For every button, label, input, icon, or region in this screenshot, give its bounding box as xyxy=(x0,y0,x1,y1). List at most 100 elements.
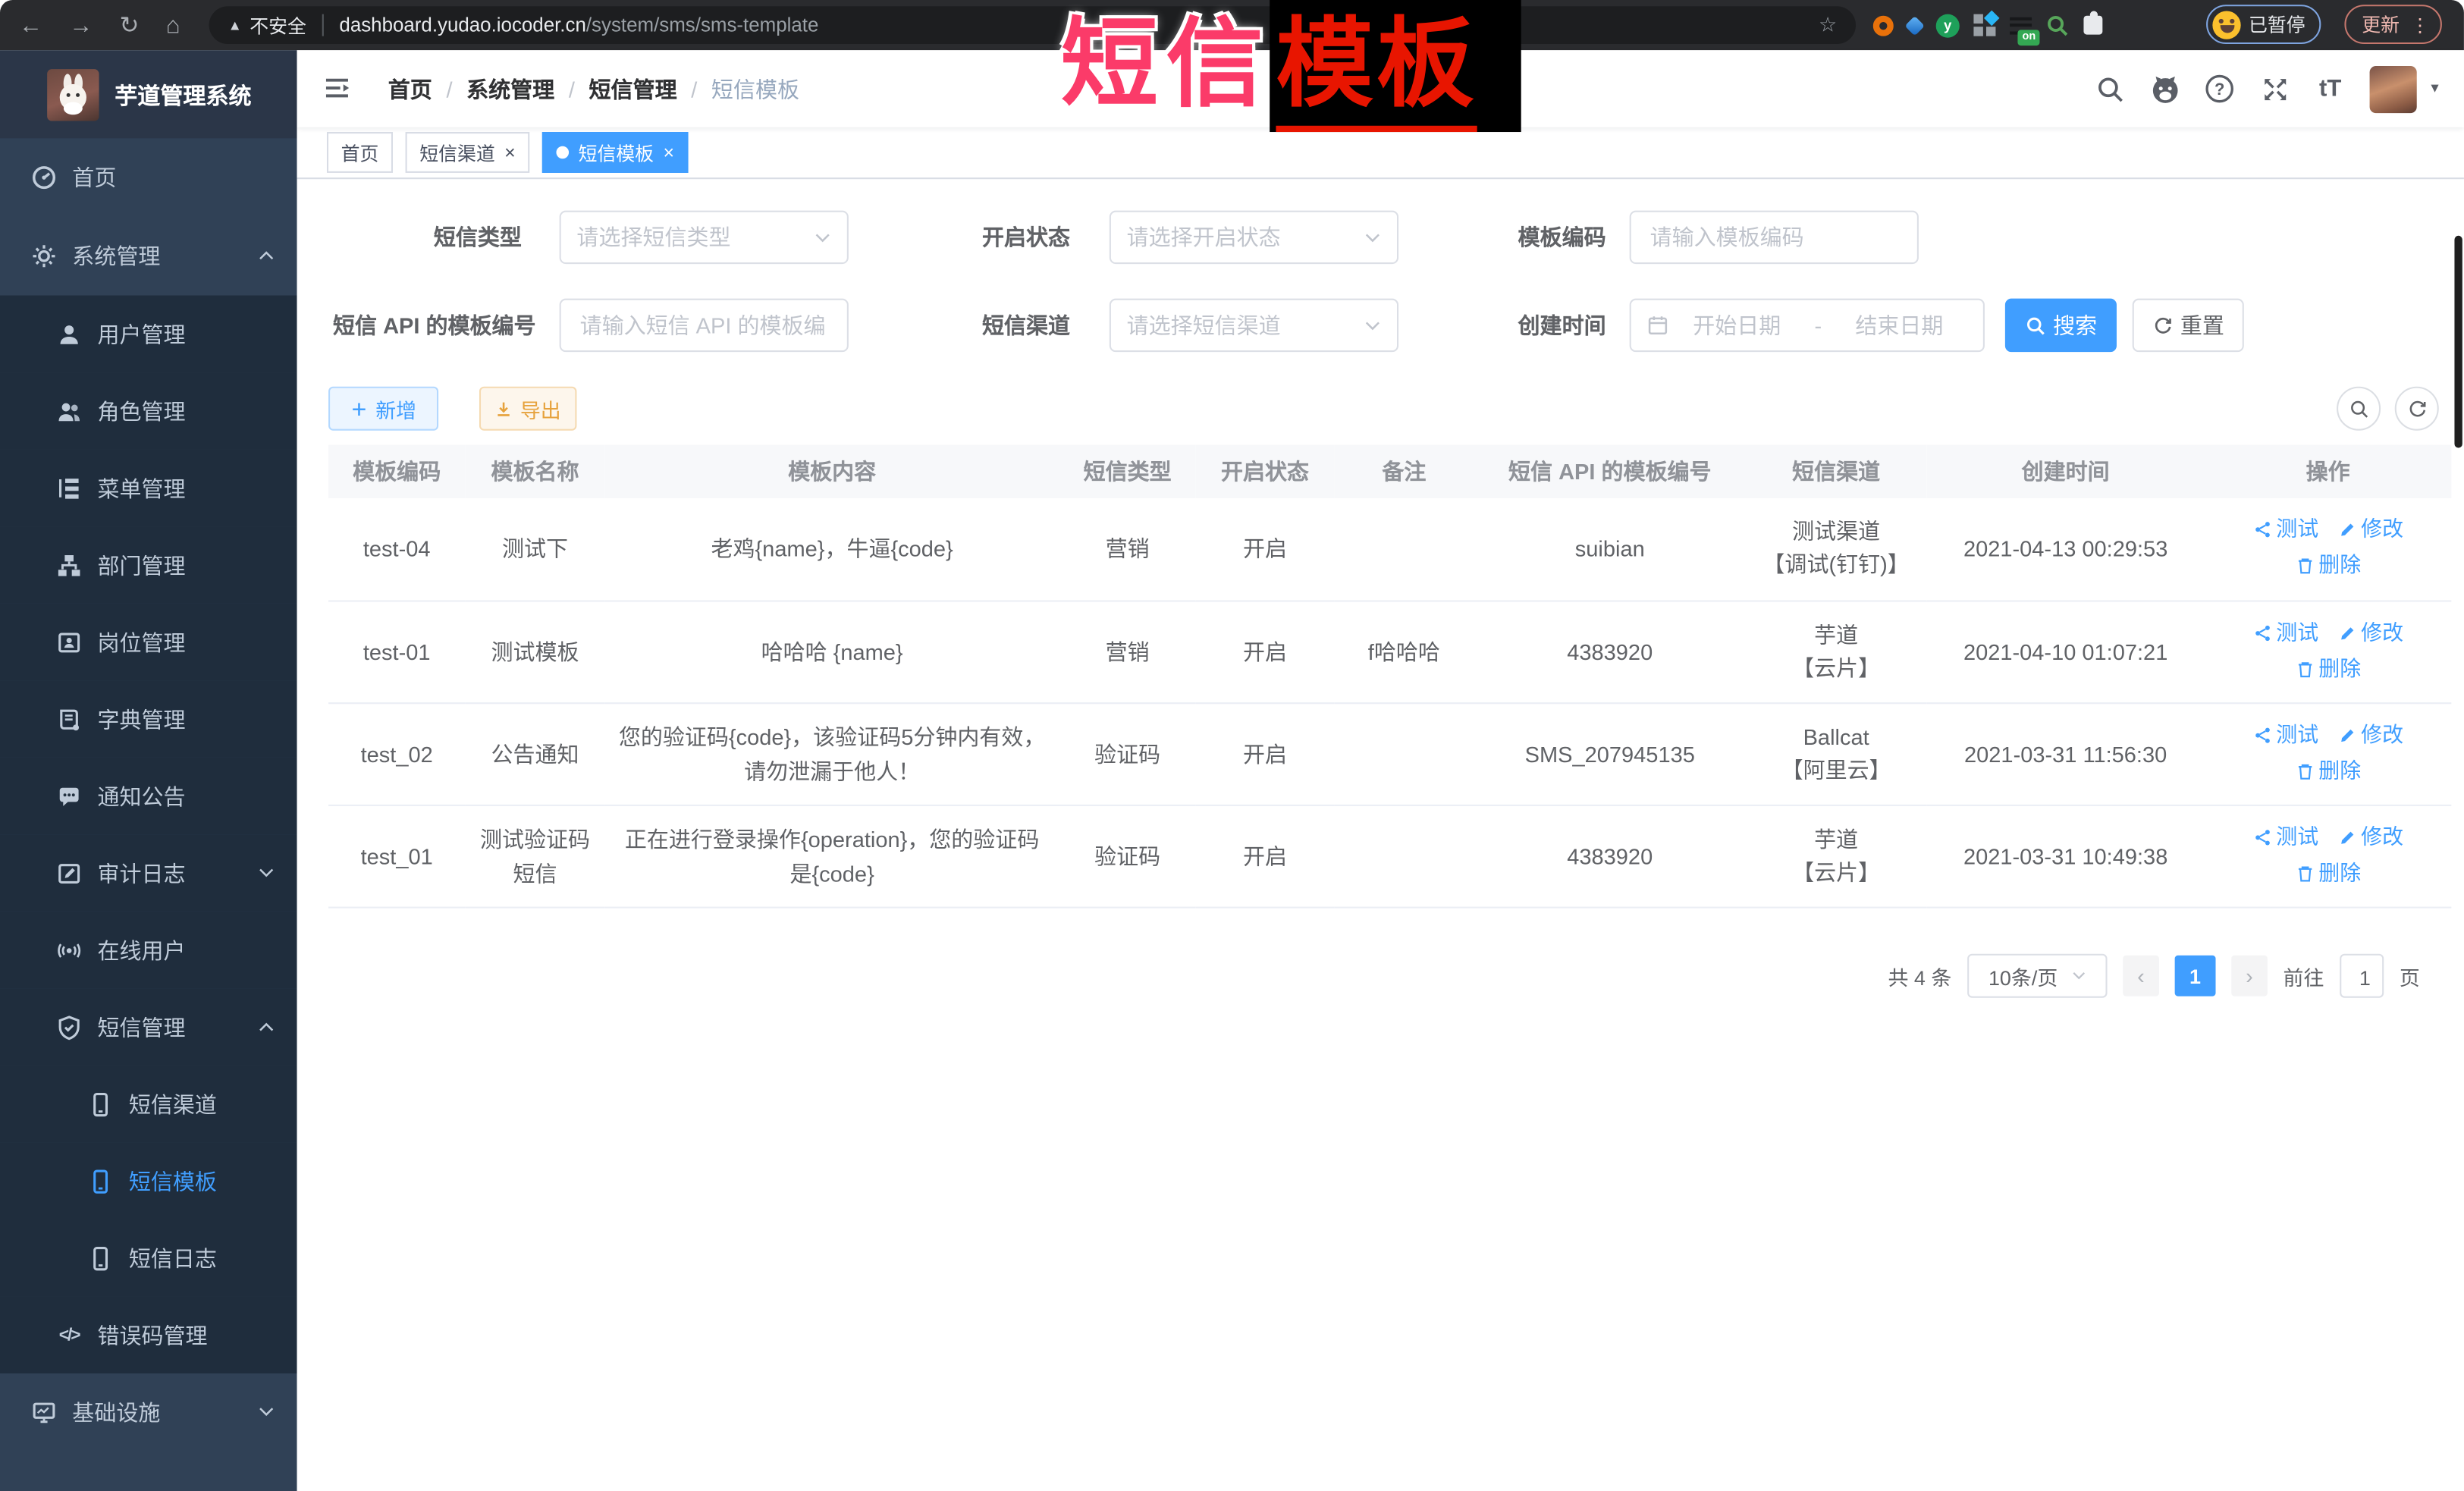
main-area: 首页 / 系统管理 / 短信管理 / 短信模板 ? xyxy=(297,50,2464,1491)
api-template-id-input[interactable] xyxy=(560,299,849,352)
sidebar-item-audit-log[interactable]: 审计日志 xyxy=(0,834,297,912)
reset-button[interactable]: 重置 xyxy=(2133,299,2244,352)
sidebar-item-home[interactable]: 首页 xyxy=(0,138,297,217)
header-search-icon[interactable] xyxy=(2095,73,2126,104)
annotation-title: 短信模板 xyxy=(1061,9,1477,121)
page-size-select[interactable]: 10条/页 xyxy=(1967,954,2107,998)
chevron-up-icon xyxy=(258,1021,275,1032)
sidebar-item-online-users[interactable]: 在线用户 xyxy=(0,912,297,989)
tag-home[interactable]: 首页 xyxy=(327,132,393,173)
sidebar-item-sms-channel[interactable]: 短信渠道 xyxy=(0,1066,297,1143)
refresh-table-button[interactable] xyxy=(2395,387,2439,431)
bookmark-star-icon[interactable]: ☆ xyxy=(1819,13,1837,38)
scrollbar-thumb[interactable] xyxy=(2454,236,2462,448)
browser-forward-icon[interactable]: → xyxy=(69,12,93,39)
extension-y-icon[interactable]: y xyxy=(1936,14,1960,37)
delete-link[interactable]: 删除 xyxy=(2295,754,2361,789)
browser-reload-icon[interactable]: ↻ xyxy=(119,11,139,39)
sidebar-item-infra[interactable]: 基础设施 xyxy=(0,1373,297,1452)
add-button[interactable]: 新增 xyxy=(328,387,438,431)
goto-label: 前往 xyxy=(2284,961,2324,990)
pagination: 共 4 条 10条/页 ‹ 1 › 前往 页 xyxy=(1888,954,2420,998)
extension-gem-icon[interactable] xyxy=(1905,15,1925,35)
next-page-button[interactable]: › xyxy=(2231,956,2268,997)
fullscreen-icon[interactable] xyxy=(2259,73,2290,104)
org-tree-icon xyxy=(57,552,82,577)
api-template-id-label: 短信 API 的模板编号 xyxy=(312,299,535,352)
sidebar-item-menus[interactable]: 菜单管理 xyxy=(0,450,297,527)
goto-page-input[interactable] xyxy=(2340,954,2384,998)
sidebar-item-users[interactable]: 用户管理 xyxy=(0,296,297,373)
pencil-icon xyxy=(2337,623,2356,642)
user-avatar[interactable] xyxy=(2370,65,2417,112)
status-select[interactable]: 请选择开启状态 xyxy=(1110,211,1398,264)
template-code-input[interactable] xyxy=(1630,211,1919,264)
extension-magnifier-icon[interactable] xyxy=(2046,14,2070,37)
breadcrumb-sms[interactable]: 短信管理 xyxy=(589,73,677,104)
test-link[interactable]: 测试 xyxy=(2252,820,2318,855)
update-chip[interactable]: 更新 ⋮ xyxy=(2344,5,2441,44)
test-link[interactable]: 测试 xyxy=(2252,513,2318,548)
sidebar-item-dict[interactable]: 字典管理 xyxy=(0,680,297,758)
browser-home-icon[interactable]: ⌂ xyxy=(166,12,180,39)
sidebar-toggle-icon[interactable] xyxy=(322,74,352,102)
search-button[interactable]: 搜索 xyxy=(2005,299,2117,352)
github-icon[interactable] xyxy=(2149,73,2180,104)
sidebar-item-error-codes[interactable]: </> 错误码管理 xyxy=(0,1296,297,1373)
sidebar-item-sms-template[interactable]: 短信模板 xyxy=(0,1142,297,1219)
profile-chip[interactable]: 已暂停 xyxy=(2206,5,2321,44)
tag-sms-template[interactable]: 短信模板 × xyxy=(542,132,689,173)
extension-list-icon[interactable]: on xyxy=(2010,17,2032,34)
date-range-picker[interactable]: 开始日期 - 结束日期 xyxy=(1630,299,1985,352)
sidebar-item-departments[interactable]: 部门管理 xyxy=(0,526,297,604)
sidebar-item-sms[interactable]: 短信管理 xyxy=(0,988,297,1066)
status-label: 开启状态 xyxy=(877,211,1070,264)
avatar-caret-icon[interactable]: ▾ xyxy=(2431,80,2438,98)
phone-icon xyxy=(88,1091,113,1116)
channel-select[interactable]: 请选择短信渠道 xyxy=(1110,299,1398,352)
sidebar: 芋道管理系统 首页 系统管理 用户管理 角色管理 xyxy=(0,50,297,1491)
sidebar-item-system[interactable]: 系统管理 xyxy=(0,217,297,296)
edit-link[interactable]: 修改 xyxy=(2337,820,2403,855)
help-icon[interactable]: ? xyxy=(2205,73,2236,104)
prev-page-button[interactable]: ‹ xyxy=(2123,956,2159,997)
sidebar-item-posts[interactable]: 岗位管理 xyxy=(0,604,297,681)
toggle-search-button[interactable] xyxy=(2337,387,2381,431)
app-logo[interactable]: 芋道管理系统 xyxy=(0,50,297,138)
delete-link[interactable]: 删除 xyxy=(2295,549,2361,584)
trash-icon xyxy=(2295,659,2314,678)
extension-orange-icon[interactable] xyxy=(1873,15,1894,36)
tag-sms-channel[interactable]: 短信渠道 × xyxy=(406,132,530,173)
close-icon[interactable]: × xyxy=(504,143,516,162)
address-bar[interactable]: ▲ 不安全 dashboard.yudao.iocoder.cn /system… xyxy=(209,6,1856,44)
current-page-button[interactable]: 1 xyxy=(2175,956,2216,997)
edit-link[interactable]: 修改 xyxy=(2337,615,2403,650)
breadcrumb: 首页 / 系统管理 / 短信管理 / 短信模板 xyxy=(388,50,799,127)
export-button[interactable]: 导出 xyxy=(479,387,576,431)
test-link[interactable]: 测试 xyxy=(2252,615,2318,650)
extensions-puzzle-icon[interactable] xyxy=(2083,16,2102,35)
sidebar-item-notice[interactable]: 通知公告 xyxy=(0,758,297,835)
browser-back-icon[interactable]: ← xyxy=(19,12,42,39)
sidebar-item-sms-log[interactable]: 短信日志 xyxy=(0,1219,297,1297)
edit-link[interactable]: 修改 xyxy=(2337,513,2403,548)
table-row: test-04 测试下 老鸡{name}，牛逼{code} 营销 开启 suib… xyxy=(328,498,2451,601)
delete-link[interactable]: 删除 xyxy=(2295,651,2361,686)
test-link[interactable]: 测试 xyxy=(2252,717,2318,752)
browser-menu-icon[interactable]: ⋮ xyxy=(2410,14,2429,36)
sidebar-item-roles[interactable]: 角色管理 xyxy=(0,372,297,450)
edit-link[interactable]: 修改 xyxy=(2337,717,2403,752)
table-header-row: 模板编码 模板名称 模板内容 短信类型 开启状态 备注 短信 API 的模板编号… xyxy=(328,444,2451,498)
svg-text:?: ? xyxy=(2215,80,2225,99)
on-badge: on xyxy=(2018,29,2039,45)
breadcrumb-home[interactable]: 首页 xyxy=(388,73,432,104)
delete-link[interactable]: 删除 xyxy=(2295,855,2361,890)
font-size-icon[interactable]: tT xyxy=(2315,73,2346,104)
edit-log-icon xyxy=(57,860,82,885)
users-icon xyxy=(57,398,82,423)
end-date-placeholder: 结束日期 xyxy=(1832,309,1968,341)
breadcrumb-system[interactable]: 系统管理 xyxy=(466,73,554,104)
close-icon[interactable]: × xyxy=(664,143,675,162)
sms-type-select[interactable]: 请选择短信类型 xyxy=(560,211,849,264)
extension-grid-icon[interactable] xyxy=(1973,14,1995,36)
